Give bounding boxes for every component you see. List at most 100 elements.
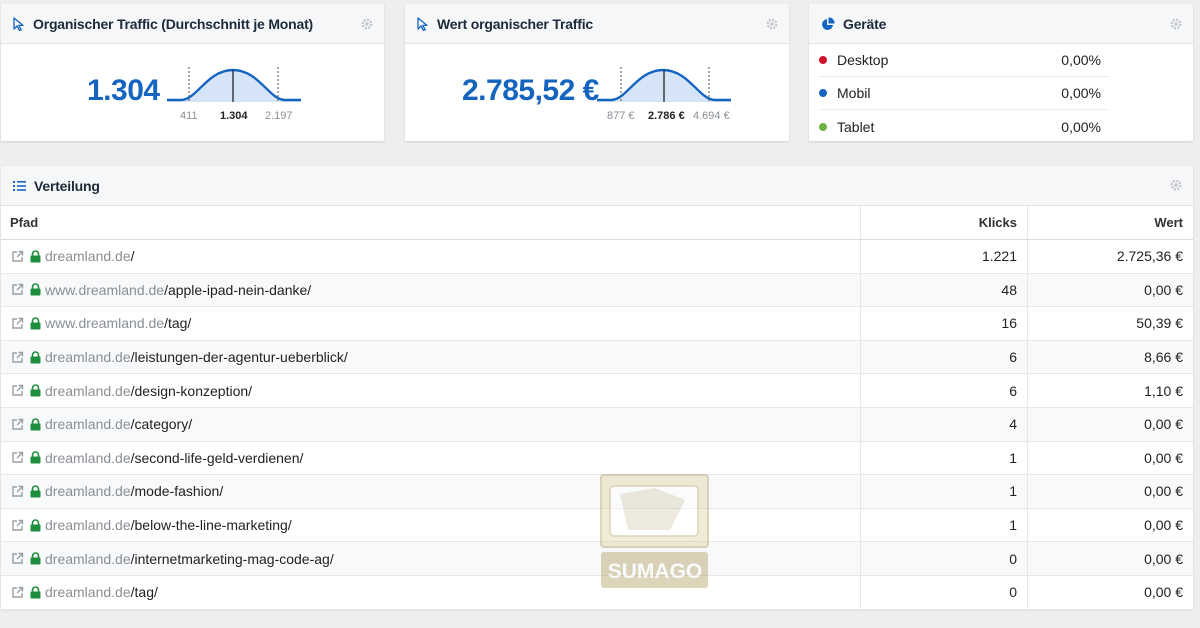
- column-header-clicks[interactable]: Klicks: [861, 206, 1028, 239]
- clicks-cell: 6: [861, 340, 1028, 374]
- column-header-value[interactable]: Wert: [1028, 206, 1193, 239]
- path-domain[interactable]: dreamland.de: [45, 517, 131, 533]
- external-link-icon[interactable]: [11, 317, 24, 330]
- path-segment[interactable]: /apple-ipad-nein-danke/: [164, 282, 311, 298]
- clicks-cell: 4: [861, 407, 1028, 441]
- path-segment[interactable]: /below-the-line-marketing/: [131, 517, 292, 533]
- path-segment[interactable]: /internetmarketing-mag-code-ag/: [131, 551, 334, 567]
- table-row: dreamland.de/ 1.221 2.725,36 €: [1, 240, 1193, 274]
- table-row: www.dreamland.de/tag/ 16 50,39 €: [1, 307, 1193, 341]
- gear-icon[interactable]: [765, 17, 779, 31]
- devices-title: Geräte: [843, 15, 887, 32]
- value-cell: 50,39 €: [1136, 315, 1183, 332]
- device-row-tablet: Tablet 0,00%: [819, 110, 1109, 143]
- path-cell: dreamland.de/category/: [1, 407, 861, 441]
- path-domain[interactable]: dreamland.de: [45, 349, 131, 365]
- table-row: dreamland.de/internetmarketing-mag-code-…: [1, 542, 1193, 576]
- path-segment[interactable]: /second-life-geld-verdienen/: [131, 450, 304, 466]
- device-row-mobile: Mobil 0,00%: [819, 77, 1109, 110]
- path-domain[interactable]: dreamland.de: [45, 383, 131, 399]
- table-row: dreamland.de/second-life-geld-verdienen/…: [1, 441, 1193, 476]
- value-cell: 0,00 €: [1144, 483, 1183, 500]
- external-link-icon[interactable]: [11, 485, 24, 498]
- path-domain[interactable]: dreamland.de: [45, 584, 131, 600]
- devices-card: Geräte Desktop 0,00% Mobil 0,00% Tablet …: [809, 4, 1193, 141]
- path-cell: dreamland.de/below-the-line-marketing/: [1, 508, 861, 542]
- gear-icon[interactable]: [1169, 178, 1183, 192]
- path-cell: dreamland.de /: [1, 240, 861, 273]
- gear-icon[interactable]: [360, 17, 374, 31]
- path-segment[interactable]: /mode-fashion/: [131, 483, 224, 499]
- path-segment[interactable]: /tag/: [164, 315, 191, 331]
- lock-icon: [30, 350, 41, 364]
- device-value: 0,00%: [1061, 118, 1101, 135]
- path-segment[interactable]: /tag/: [131, 584, 158, 600]
- external-link-icon[interactable]: [11, 283, 24, 296]
- traffic-high-label: 2.197: [265, 110, 293, 122]
- path-cell: www.dreamland.de/tag/: [1, 307, 861, 340]
- clicks-cell: 48: [861, 273, 1028, 307]
- path-domain[interactable]: dreamland.de: [45, 248, 131, 264]
- lock-icon: [30, 250, 41, 263]
- list-icon: [13, 180, 26, 191]
- traffic-low-label: 411: [180, 110, 198, 122]
- path-cell: dreamland.de/internetmarketing-mag-code-…: [1, 542, 861, 575]
- table-row: dreamland.de/tag/ 0 0,00 €: [1, 575, 1193, 610]
- cursor-icon: [13, 16, 24, 31]
- cursor-icon: [417, 16, 428, 31]
- external-link-icon[interactable]: [11, 351, 24, 364]
- path-segment[interactable]: /design-konzeption/: [131, 383, 252, 399]
- traffic-distribution-curve: [167, 67, 301, 102]
- lock-icon: [30, 451, 41, 464]
- clicks-cell: 1: [861, 508, 1028, 542]
- path-domain[interactable]: dreamland.de: [45, 483, 131, 499]
- external-link-icon[interactable]: [11, 519, 24, 532]
- distribution-header: Verteilung: [1, 166, 1193, 206]
- clicks-cell: 0: [861, 575, 1028, 609]
- table-row: www.dreamland.de/apple-ipad-nein-danke/ …: [1, 273, 1193, 308]
- path-domain[interactable]: dreamland.de: [45, 551, 131, 567]
- path-domain[interactable]: dreamland.de: [45, 450, 131, 466]
- path-cell: dreamland.de/second-life-geld-verdienen/: [1, 441, 861, 475]
- pie-chart-icon: [822, 16, 835, 30]
- value-cell: 1,10 €: [1144, 382, 1183, 399]
- clicks-cell: 6: [861, 374, 1028, 407]
- external-link-icon[interactable]: [11, 250, 24, 263]
- path-cell: www.dreamland.de/apple-ipad-nein-danke/: [1, 273, 861, 307]
- path-domain[interactable]: www.dreamland.de: [45, 282, 164, 298]
- value-mid-label: 2.786 €: [648, 110, 685, 122]
- clicks-cell: 1.221: [861, 240, 1028, 273]
- external-link-icon[interactable]: [11, 586, 24, 599]
- lock-icon: [30, 418, 41, 431]
- device-row-desktop: Desktop 0,00%: [819, 44, 1109, 77]
- gear-icon[interactable]: [1169, 17, 1183, 31]
- lock-icon: [30, 317, 41, 330]
- sumago-watermark-logo: SUMAGO: [600, 474, 709, 588]
- lock-icon: [30, 384, 41, 397]
- traffic-value-card: Wert organischer Traffic 2.785,52 € 877 …: [405, 4, 789, 141]
- column-header-path[interactable]: Pfad: [1, 206, 861, 239]
- device-label: Tablet: [837, 118, 875, 135]
- table-header: Pfad Klicks Wert: [1, 206, 1193, 240]
- value-cell: 0,00 €: [1144, 584, 1183, 601]
- value-cell: 0,00 €: [1144, 416, 1183, 433]
- clicks-cell: 16: [861, 307, 1028, 340]
- organic-traffic-card: Organischer Traffic (Durchschnitt je Mon…: [1, 4, 384, 141]
- path-segment[interactable]: /category/: [131, 416, 192, 432]
- path-segment[interactable]: /: [131, 248, 135, 264]
- external-link-icon[interactable]: [11, 418, 24, 431]
- table-body: dreamland.de/ 1.221 2.725,36 € www.dream…: [1, 240, 1193, 610]
- value-cell: 2.725,36 €: [1116, 248, 1183, 265]
- external-link-icon[interactable]: [11, 451, 24, 464]
- path-cell: dreamland.de/design-konzeption/: [1, 374, 861, 407]
- value-cell: 0,00 €: [1144, 517, 1183, 534]
- lock-icon: [30, 586, 41, 599]
- table-row: dreamland.de/below-the-line-marketing/ 1…: [1, 508, 1193, 543]
- path-domain[interactable]: dreamland.de: [45, 416, 131, 432]
- path-segment[interactable]: /leistungen-der-agentur-ueberblick/: [131, 349, 348, 365]
- external-link-icon[interactable]: [11, 552, 24, 565]
- path-domain[interactable]: www.dreamland.de: [45, 315, 164, 331]
- external-link-icon[interactable]: [11, 384, 24, 397]
- organic-traffic-title: Organischer Traffic (Durchschnitt je Mon…: [33, 15, 313, 32]
- value-high-label: 4.694 €: [693, 110, 730, 122]
